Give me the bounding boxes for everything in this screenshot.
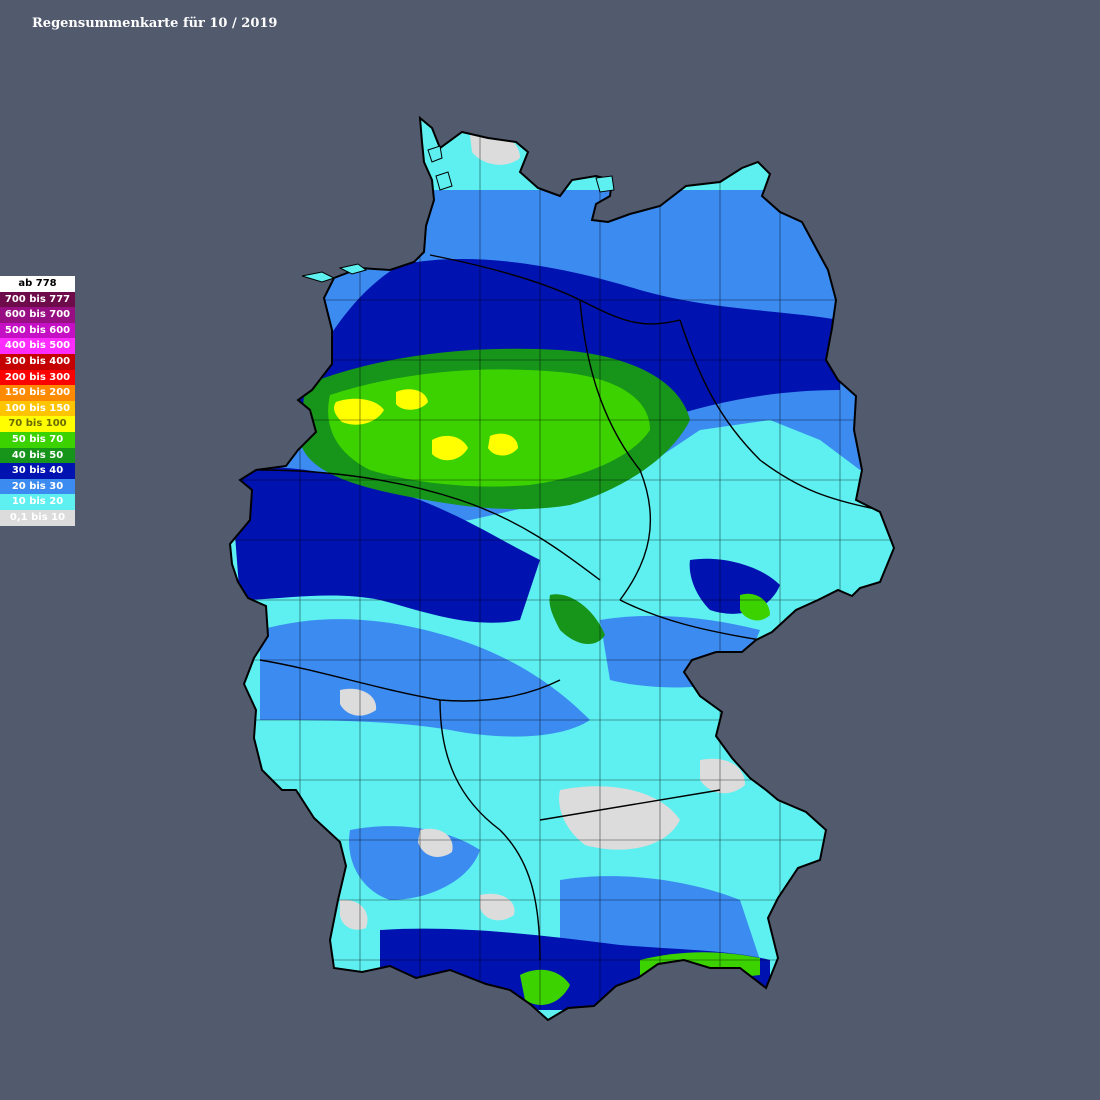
germany-precipitation-map: [229, 117, 895, 1021]
